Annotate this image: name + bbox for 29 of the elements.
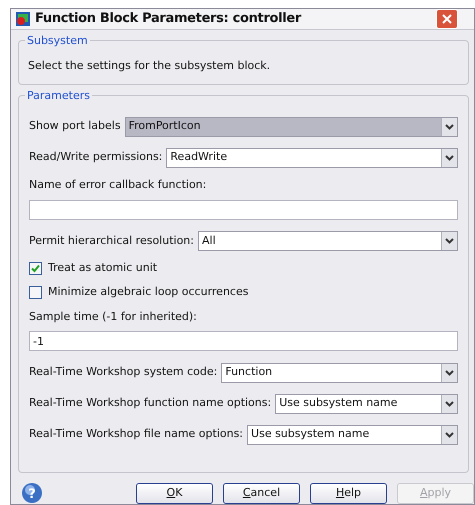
group-legend: Subsystem xyxy=(25,33,90,50)
checkbox[interactable] xyxy=(29,286,42,299)
input-field[interactable] xyxy=(29,200,458,220)
field-label: Read/Write permissions: xyxy=(29,149,162,166)
close-button[interactable] xyxy=(436,9,458,29)
field-label: Permit hierarchical resolution: xyxy=(29,232,194,249)
dialog-button[interactable]: OK xyxy=(136,482,213,504)
field-label: Real-Time Workshop file name options: xyxy=(29,426,244,442)
dropdown[interactable]: Use subsystem name xyxy=(247,424,458,444)
window-title: Function Block Parameters: controller xyxy=(35,10,301,28)
field-label: Show port labels xyxy=(29,118,121,134)
checkbox-label: Minimize algebraic loop occurrences xyxy=(48,284,248,300)
window-icon xyxy=(15,11,31,27)
field-label: Name of error callback function: xyxy=(29,177,208,193)
checkbox[interactable] xyxy=(29,262,42,275)
field-label: Real-Time Workshop function name options: xyxy=(29,395,272,412)
checkbox-label: Treat as atomic unit xyxy=(48,260,158,276)
dropdown[interactable]: ReadWrite xyxy=(166,148,458,168)
dropdown[interactable]: Use subsystem name xyxy=(275,394,458,414)
close-icon xyxy=(442,14,452,24)
dropdown[interactable]: Function xyxy=(221,362,458,382)
input-field[interactable]: -1 xyxy=(29,331,458,351)
dialog-button[interactable]: Cancel xyxy=(223,482,300,504)
field-label: Sample time (-1 for inherited): xyxy=(29,308,198,324)
dropdown[interactable]: All xyxy=(198,231,458,251)
dropdown[interactable]: FromPortIcon xyxy=(124,116,458,136)
dialog-button[interactable]: Help xyxy=(310,482,387,504)
description-text: Select the settings for the subsystem block. xyxy=(28,58,270,74)
field-label: Real-Time Workshop system code: xyxy=(29,364,218,380)
